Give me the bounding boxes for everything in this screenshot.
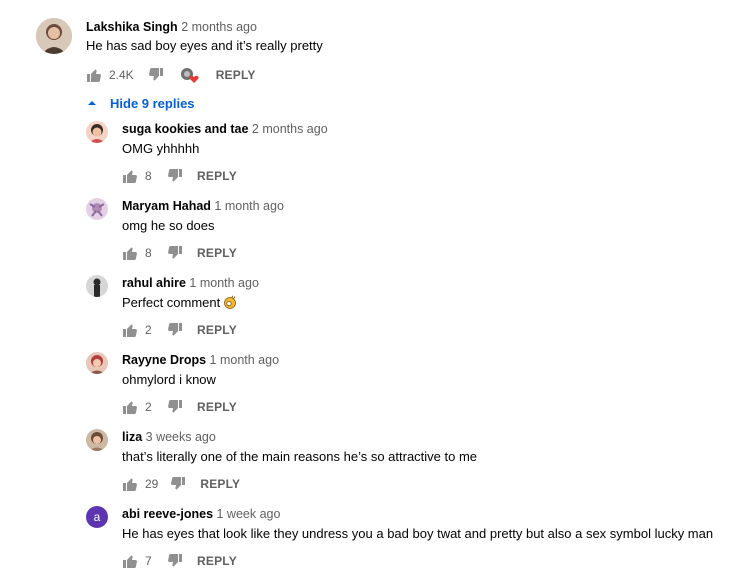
profile-photo-icon [86,275,108,297]
avatar[interactable] [86,352,108,374]
profile-photo-icon [86,352,108,374]
like-count: 29 [145,477,159,491]
comment-timestamp[interactable]: 1 month ago [189,276,259,290]
dislike-icon[interactable] [170,476,186,492]
comment-timestamp[interactable]: 1 week ago [217,507,281,521]
comment-author[interactable]: liza [122,430,142,444]
comment-text: omg he so does [122,218,215,233]
dislike-icon[interactable] [167,399,183,415]
avatar[interactable] [86,198,108,220]
comment-text: ohmylord i know [122,372,216,387]
comment-timestamp[interactable]: 3 weeks ago [146,430,216,444]
dislike-icon[interactable] [167,322,183,338]
ok-hand-emoji-icon [224,295,237,309]
like-count: 2 [145,323,152,337]
reply-button[interactable]: REPLY [197,169,237,183]
like-count: 7 [145,554,152,568]
comment-author[interactable]: Rayyne Drops [122,353,206,367]
like-icon[interactable] [122,322,138,338]
reply-button[interactable]: REPLY [197,400,237,414]
profile-photo-icon [86,429,108,451]
like-icon[interactable] [122,168,138,184]
avatar[interactable] [86,121,108,143]
comment-text: He has eyes that look like they undress … [122,526,714,541]
dislike-icon[interactable] [148,67,164,83]
comment-text: He has sad boy eyes and it’s really pret… [86,38,323,53]
profile-photo-icon [86,121,108,143]
like-count: 8 [145,246,152,260]
comment-timestamp[interactable]: 1 month ago [214,199,284,213]
avatar[interactable] [86,429,108,451]
like-icon[interactable] [122,553,138,569]
hide-replies-button[interactable]: Hide 9 replies [86,93,195,113]
comment-author[interactable]: Maryam Hahad [122,199,211,213]
like-count: 2 [145,400,152,414]
comment-timestamp[interactable]: 1 month ago [210,353,280,367]
dislike-icon[interactable] [167,553,183,569]
comment-text-content: Perfect comment [122,295,221,310]
comment-timestamp[interactable]: 2 months ago [252,122,328,136]
like-count: 8 [145,169,152,183]
comment-text: Perfect comment [122,294,237,312]
reply-button[interactable]: REPLY [197,246,237,260]
creator-heart-icon [180,66,200,84]
comment-text: OMG yhhhhh [122,141,200,156]
comment-author[interactable]: rahul ahire [122,276,186,290]
reply-button[interactable]: REPLY [216,68,256,82]
avatar[interactable] [36,18,72,54]
like-icon[interactable] [122,245,138,261]
like-count: 2.4K [109,68,134,82]
like-icon[interactable] [122,476,138,492]
like-icon[interactable] [86,67,102,83]
dislike-icon[interactable] [167,245,183,261]
reply-button[interactable]: REPLY [197,323,237,337]
hide-replies-label: Hide 9 replies [110,95,195,111]
profile-photo-icon [36,18,72,54]
comment-timestamp[interactable]: 2 months ago [181,20,257,34]
chevron-up-icon [88,101,96,105]
like-icon[interactable] [122,399,138,415]
avatar[interactable]: a [86,506,108,528]
dislike-icon[interactable] [167,168,183,184]
profile-photo-icon [86,198,108,220]
avatar[interactable] [86,275,108,297]
reply-button[interactable]: REPLY [197,554,237,568]
comment-author[interactable]: suga kookies and tae [122,122,248,136]
comment-text: that’s literally one of the main reasons… [122,449,478,464]
avatar-letter: a [93,510,101,524]
comment-author[interactable]: abi reeve-jones [122,507,213,521]
comment-author[interactable]: Lakshika Singh [86,20,178,34]
reply-button[interactable]: REPLY [200,477,240,491]
